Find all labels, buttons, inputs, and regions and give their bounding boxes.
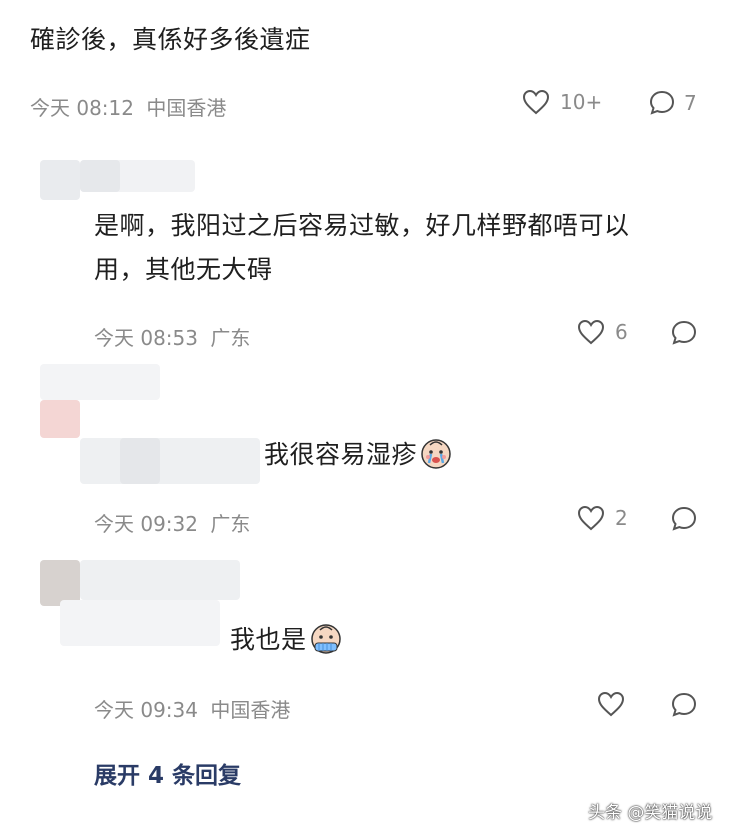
redaction-block xyxy=(120,438,160,484)
reply-like-button[interactable]: 2 xyxy=(577,505,628,531)
username-redacted xyxy=(80,560,240,600)
expand-replies-link[interactable]: 展开 4 条回复 xyxy=(94,756,241,790)
reply-time: 今天 08:53 xyxy=(94,326,198,350)
reply-text: 我也是 xyxy=(230,620,343,661)
reply-comment-button[interactable] xyxy=(670,319,698,347)
reply-like-button[interactable]: 6 xyxy=(577,319,628,345)
comment-bubble-icon xyxy=(670,319,698,347)
comment-bubble-icon xyxy=(648,89,676,117)
reply-comment-button[interactable] xyxy=(670,691,698,719)
comment-bubble-icon xyxy=(670,505,698,533)
heart-icon xyxy=(597,691,625,717)
post-time: 今天 08:12 xyxy=(30,96,134,120)
avatar[interactable] xyxy=(40,400,80,438)
reply-location: 广东 xyxy=(210,326,251,350)
comment-bubble-icon xyxy=(670,691,698,719)
reply-location: 中国香港 xyxy=(210,698,291,722)
post-location: 中国香港 xyxy=(146,96,227,120)
redaction-block xyxy=(40,364,160,400)
redaction-block xyxy=(80,160,120,192)
reply-like-count: 6 xyxy=(615,320,628,344)
reply-text-line1: 是啊，我阳过之后容易过敏，好几样野都唔可以 xyxy=(94,211,630,240)
post-like-button[interactable]: 10+ xyxy=(522,89,602,115)
post-text: 確診後，真係好多後遺症 xyxy=(30,25,311,54)
post-like-count: 10+ xyxy=(560,90,603,114)
reply-location: 广东 xyxy=(210,512,251,536)
reply-text: 我很容易湿疹 xyxy=(264,435,453,476)
reply-text-content: 我很容易湿疹 xyxy=(264,440,418,469)
post-comment-button[interactable]: 7 xyxy=(648,89,697,117)
reply-text-content: 我也是 xyxy=(230,625,307,654)
heart-icon xyxy=(577,505,605,531)
reply-like-button[interactable] xyxy=(597,691,625,717)
redaction-block xyxy=(60,600,220,646)
username-redacted xyxy=(80,438,260,484)
reply-meta: 今天 09:34 中国香港 xyxy=(94,694,290,723)
reply-time: 今天 09:34 xyxy=(94,698,198,722)
post-comment-count: 7 xyxy=(684,91,697,115)
avatar[interactable] xyxy=(40,160,80,200)
reply-time: 今天 09:32 xyxy=(94,512,198,536)
heart-icon xyxy=(522,89,550,115)
watermark: 头条 @笑猫说说 xyxy=(588,803,713,823)
reply-meta: 今天 09:32 广东 xyxy=(94,508,250,537)
post-meta: 今天 08:12 中国香港 xyxy=(30,92,226,121)
reply-meta: 今天 08:53 广东 xyxy=(94,322,250,351)
crying-face-emoji-icon xyxy=(419,436,453,476)
heart-icon xyxy=(577,319,605,345)
reply-like-count: 2 xyxy=(615,506,628,530)
reply-comment-button[interactable] xyxy=(670,505,698,533)
crying-face-emoji-icon xyxy=(309,621,343,661)
reply-text-line2: 用，其他无大碍 xyxy=(94,255,273,284)
